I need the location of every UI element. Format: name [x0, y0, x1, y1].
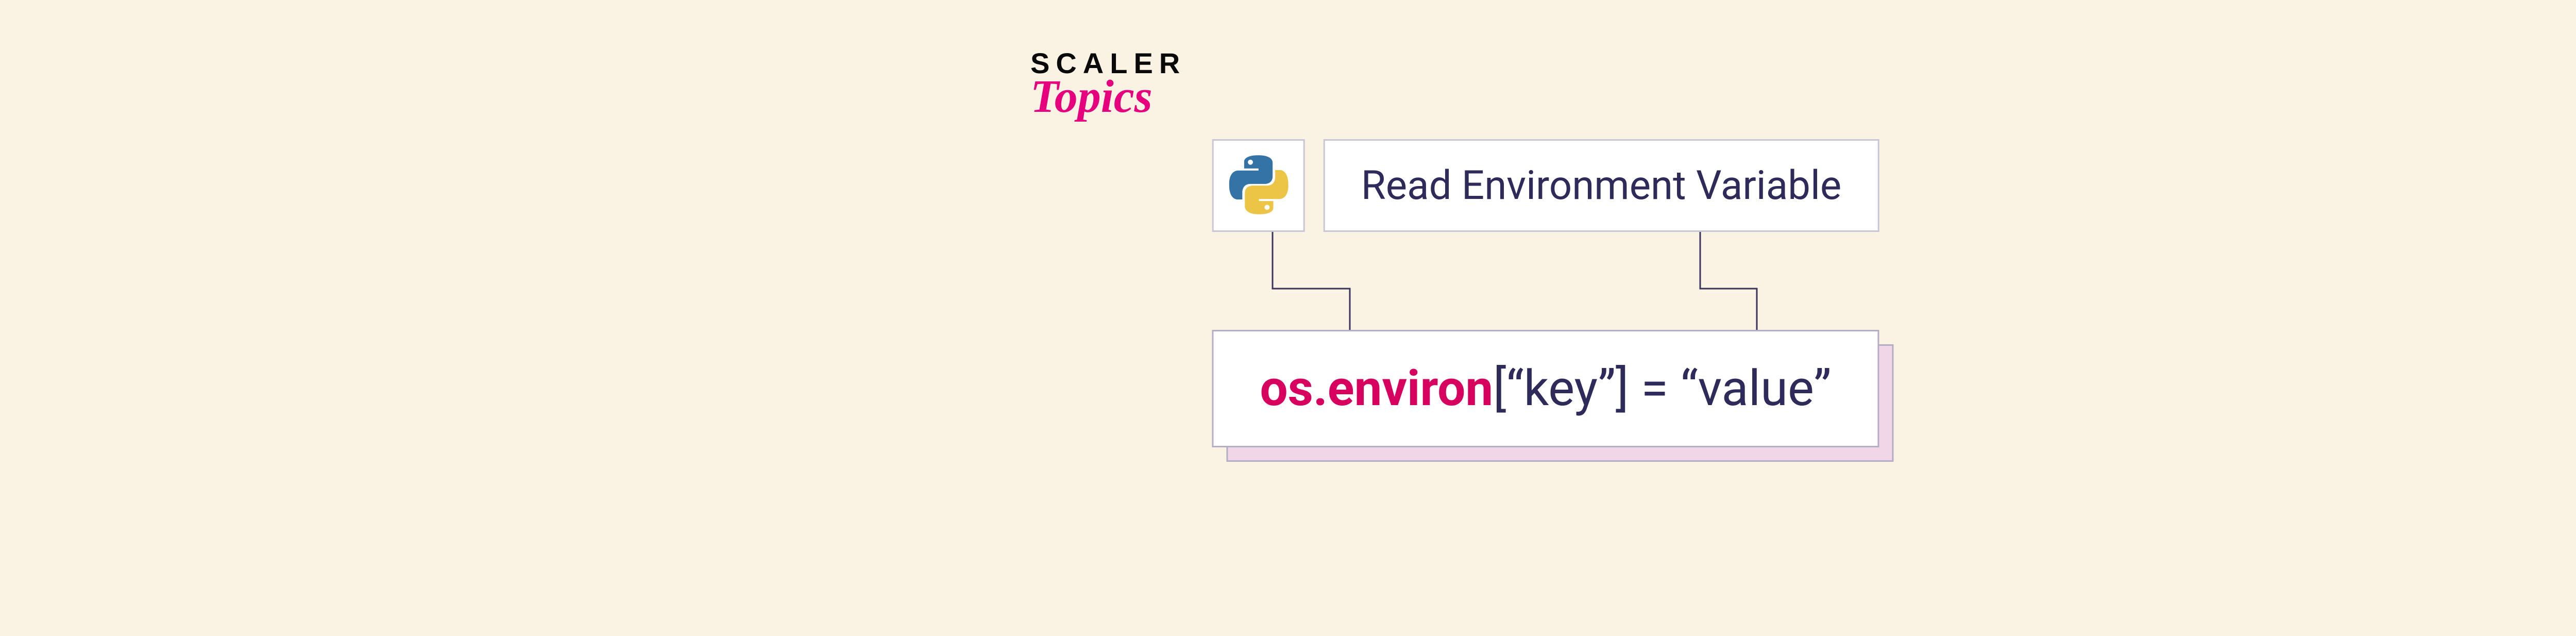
python-icon: [1229, 155, 1288, 216]
code-highlighted: os.environ: [1260, 360, 1493, 417]
scaler-topics-logo: SCALER Topics: [1030, 49, 1186, 120]
diagram-title: Read Environment Variable: [1361, 162, 1842, 209]
logo-subbrand: Topics: [1030, 74, 1186, 120]
code-box: os.environ[“key”] = “value”: [1212, 330, 1879, 447]
code-remainder: [“key”] = “value”: [1493, 360, 1831, 417]
python-icon-box: [1212, 139, 1305, 232]
code-card: os.environ[“key”] = “value”: [1212, 330, 1879, 447]
title-box: Read Environment Variable: [1324, 139, 1879, 232]
diagram-canvas: SCALER Topics Read Environment Variable …: [876, 0, 2215, 636]
header-row: Read Environment Variable: [1212, 139, 1879, 232]
